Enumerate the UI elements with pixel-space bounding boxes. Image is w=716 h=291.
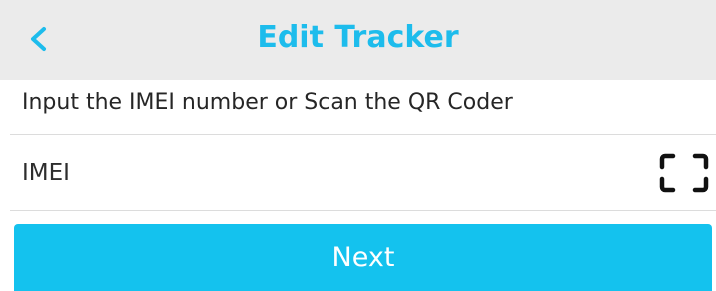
next-button-label: Next	[331, 242, 395, 273]
imei-row	[0, 138, 716, 208]
divider	[10, 134, 716, 135]
imei-input[interactable]	[22, 154, 622, 192]
next-button[interactable]: Next	[14, 224, 712, 291]
app-header: Edit Tracker	[0, 0, 716, 80]
qr-scan-icon[interactable]	[658, 152, 710, 194]
page-title: Edit Tracker	[257, 20, 459, 55]
instruction-text: Input the IMEI number or Scan the QR Cod…	[22, 90, 513, 115]
divider	[10, 210, 716, 211]
